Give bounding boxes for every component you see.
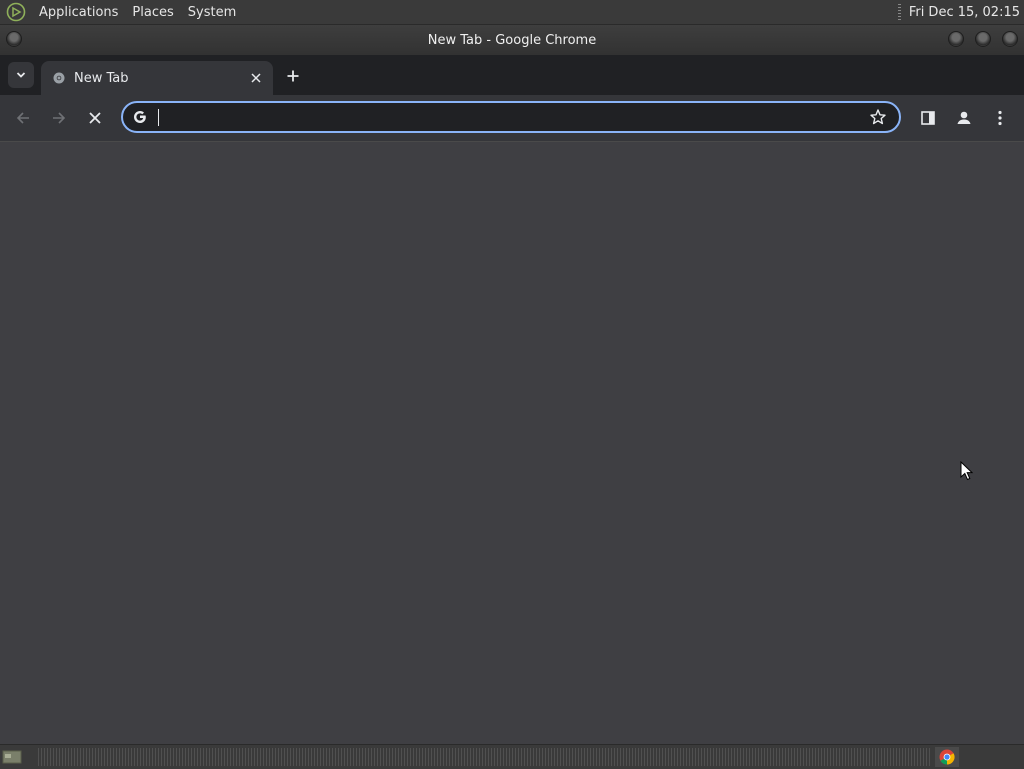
system-menu[interactable]: System (181, 5, 243, 20)
forward-button[interactable] (47, 106, 71, 130)
chevron-down-icon (16, 72, 26, 78)
task-list[interactable] (38, 748, 930, 766)
address-bar[interactable] (121, 101, 901, 133)
chrome-icon (939, 749, 955, 765)
top-panel: Applications Places System Fri Dec 15, 0… (0, 0, 1024, 25)
back-button[interactable] (11, 106, 35, 130)
places-menu[interactable]: Places (125, 5, 180, 20)
tab-search-button[interactable] (8, 62, 34, 88)
star-icon[interactable] (869, 108, 887, 126)
applications-menu[interactable]: Applications (32, 5, 125, 20)
plus-icon (287, 70, 299, 82)
more-vert-icon (998, 110, 1002, 126)
mouse-cursor-icon (960, 461, 974, 481)
window-menu-button[interactable] (6, 31, 22, 47)
mate-logo-icon[interactable] (6, 2, 26, 22)
tab-strip: New Tab (0, 55, 1024, 95)
google-g-icon (134, 111, 146, 123)
tab-new-tab[interactable]: New Tab (41, 61, 273, 95)
new-tab-button[interactable] (282, 65, 304, 87)
page-content[interactable] (0, 142, 1024, 744)
stop-button[interactable] (83, 106, 107, 130)
side-panel-icon (921, 111, 935, 125)
arrow-right-icon (53, 112, 66, 124)
panel-grip[interactable] (897, 4, 901, 20)
close-icon[interactable] (248, 70, 264, 86)
close-icon (89, 112, 101, 124)
bottom-panel (0, 744, 1024, 769)
profile-icon (957, 111, 971, 124)
text-caret (158, 109, 159, 126)
clock[interactable]: Fri Dec 15, 02:15 (909, 5, 1020, 20)
window-titlebar[interactable]: New Tab - Google Chrome (0, 25, 1024, 55)
taskbar-chrome-button[interactable] (935, 747, 959, 767)
profile-button[interactable] (952, 106, 976, 130)
toolbar (0, 95, 1024, 142)
chrome-favicon-icon (53, 72, 65, 84)
side-panel-button[interactable] (916, 106, 940, 130)
tab-title: New Tab (74, 70, 129, 86)
omnibox-input[interactable] (157, 106, 861, 130)
arrow-left-icon (16, 112, 29, 124)
minimize-button[interactable] (948, 31, 964, 47)
window-title: New Tab - Google Chrome (427, 32, 597, 48)
close-window-button[interactable] (1002, 31, 1018, 47)
show-desktop-icon[interactable] (2, 749, 22, 765)
menu-button[interactable] (988, 106, 1012, 130)
maximize-button[interactable] (975, 31, 991, 47)
